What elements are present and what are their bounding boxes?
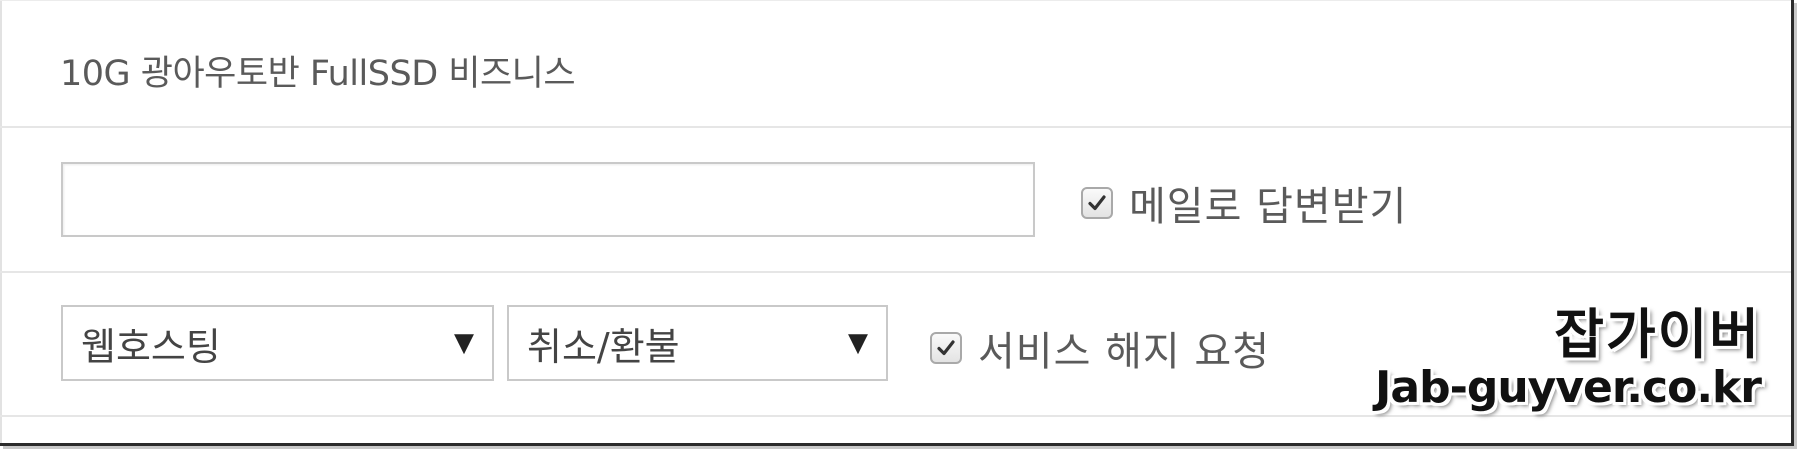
inquiry-form-panel: 10G 광아우토반 FullSSD 비즈니스 메일로 답변받기 웹호스팅 ▼ 취… xyxy=(0,0,1794,446)
dropdown-arrow-icon: ▼ xyxy=(848,328,868,358)
checkmark-icon xyxy=(1088,195,1106,211)
mail-reply-checkbox[interactable] xyxy=(1081,187,1113,219)
category-select[interactable]: 웹호스팅 ▼ xyxy=(61,305,494,381)
watermark-url: Jab-guyver.co.kr xyxy=(1375,362,1762,413)
input-row: 메일로 답변받기 xyxy=(0,127,1791,273)
mail-reply-option[interactable]: 메일로 답변받기 xyxy=(1081,174,1407,232)
cancel-request-option[interactable]: 서비스 해지 요청 xyxy=(930,319,1270,377)
watermark-korean: 잡가이버 xyxy=(1554,303,1761,366)
cancel-request-checkbox[interactable] xyxy=(930,332,962,364)
type-select-value: 취소/환불 xyxy=(527,324,680,369)
category-select-value: 웹호스팅 xyxy=(81,324,221,369)
product-title: 10G 광아우토반 FullSSD 비즈니스 xyxy=(60,54,576,94)
cancel-request-label: 서비스 해지 요청 xyxy=(978,329,1271,375)
dropdown-arrow-icon: ▼ xyxy=(454,328,474,358)
mail-reply-label: 메일로 답변받기 xyxy=(1129,184,1408,230)
type-select[interactable]: 취소/환불 ▼ xyxy=(507,305,888,381)
checkmark-icon xyxy=(937,340,955,356)
inquiry-text-input[interactable] xyxy=(61,162,1035,237)
title-row: 10G 광아우토반 FullSSD 비즈니스 xyxy=(0,0,1791,128)
